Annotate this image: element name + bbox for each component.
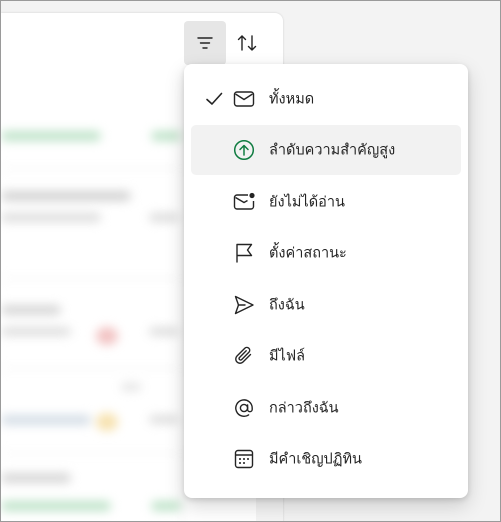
list-toolbar (184, 21, 268, 65)
filter-item-mentions-me[interactable]: กล่าวถึงฉัน (191, 383, 461, 433)
filter-item-label: มีคำเชิญปฏิทิน (269, 451, 362, 468)
filter-item-label: ยังไม่ได้อ่าน (269, 194, 345, 210)
filter-icon (197, 37, 213, 49)
filter-item-has-invites[interactable]: มีคำเชิญปฏิทิน (191, 434, 461, 484)
arrow-up-circle-icon (231, 137, 257, 163)
filter-menu: ทั้งหมด ลำดับความสำคัญสูง ยังไม่ได้อ่าน … (184, 64, 468, 498)
filter-item-label: ทั้งหมด (269, 91, 315, 107)
filter-item-all[interactable]: ทั้งหมด (191, 74, 461, 124)
filter-item-label: มีไฟล์ (269, 348, 306, 365)
filter-item-unread[interactable]: ยังไม่ได้อ่าน (191, 177, 461, 227)
at-icon (231, 395, 257, 421)
filter-item-label: ลำดับความสำคัญสูง (269, 142, 396, 159)
mail-icon (231, 86, 257, 112)
app-window: ทั้งหมด ลำดับความสำคัญสูง ยังไม่ได้อ่าน … (0, 0, 501, 522)
sort-arrows-icon (237, 35, 257, 51)
filter-item-has-files[interactable]: มีไฟล์ (191, 331, 461, 381)
filter-item-high-importance[interactable]: ลำดับความสำคัญสูง (191, 125, 461, 175)
checkmark-icon (203, 88, 225, 110)
flag-icon (231, 240, 257, 266)
filter-item-label: ถึงฉัน (269, 297, 305, 313)
calendar-icon (231, 446, 257, 472)
send-icon (231, 292, 257, 318)
paperclip-icon (231, 343, 257, 369)
filter-item-flagged[interactable]: ตั้งค่าสถานะ (191, 228, 461, 278)
filter-item-label: ตั้งค่าสถานะ (269, 245, 347, 262)
filter-button[interactable] (184, 21, 226, 65)
mail-unread-icon (231, 189, 257, 215)
filter-item-label: กล่าวถึงฉัน (269, 400, 339, 416)
sort-button[interactable] (226, 21, 268, 65)
filter-item-to-me[interactable]: ถึงฉัน (191, 280, 461, 330)
